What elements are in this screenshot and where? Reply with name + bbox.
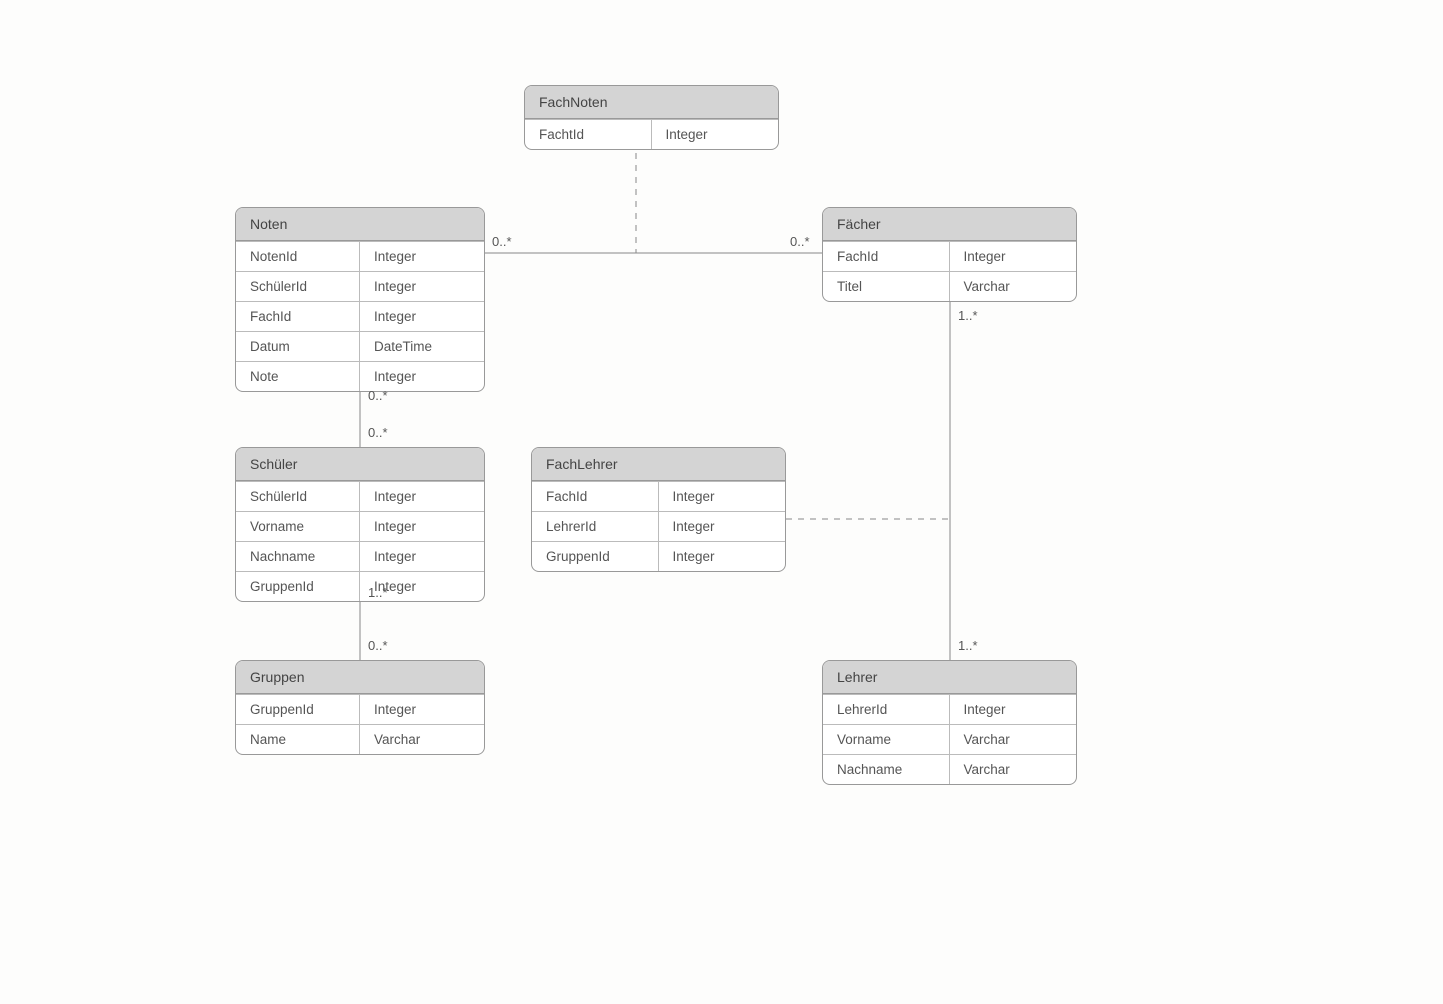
attr-row: SchülerId Integer bbox=[236, 481, 484, 511]
attr-name: Nachname bbox=[823, 755, 950, 784]
entity-fachlehrer: FachLehrer FachId Integer LehrerId Integ… bbox=[531, 447, 786, 572]
attr-row: Vorname Varchar bbox=[823, 724, 1076, 754]
attr-type: Varchar bbox=[950, 272, 1077, 301]
cardinality-label: 1..* bbox=[958, 638, 978, 653]
cardinality-label: 0..* bbox=[368, 425, 388, 440]
attr-type: Varchar bbox=[950, 725, 1077, 754]
attr-row: Nachname Varchar bbox=[823, 754, 1076, 784]
entity-title: Noten bbox=[236, 208, 484, 241]
entity-schueler: Schüler SchülerId Integer Vorname Intege… bbox=[235, 447, 485, 602]
attr-row: FachId Integer bbox=[532, 481, 785, 511]
cardinality-label: 0..* bbox=[368, 638, 388, 653]
attr-name: SchülerId bbox=[236, 272, 360, 301]
entity-noten: Noten NotenId Integer SchülerId Integer … bbox=[235, 207, 485, 392]
attr-name: Vorname bbox=[823, 725, 950, 754]
cardinality-label: 1..* bbox=[958, 308, 978, 323]
attr-type: Integer bbox=[360, 482, 484, 511]
attr-type: DateTime bbox=[360, 332, 484, 361]
entity-title: FachNoten bbox=[525, 86, 778, 119]
attr-row: FachId Integer bbox=[823, 241, 1076, 271]
cardinality-label: 1..* bbox=[368, 585, 388, 600]
attr-name: Nachname bbox=[236, 542, 360, 571]
attr-type: Integer bbox=[360, 362, 484, 391]
entity-lehrer: Lehrer LehrerId Integer Vorname Varchar … bbox=[822, 660, 1077, 785]
attr-row: SchülerId Integer bbox=[236, 271, 484, 301]
attr-row: LehrerId Integer bbox=[532, 511, 785, 541]
attr-name: GruppenId bbox=[236, 572, 360, 601]
attr-type: Integer bbox=[360, 512, 484, 541]
attr-name: FachId bbox=[532, 482, 659, 511]
attr-name: LehrerId bbox=[823, 695, 950, 724]
attr-row: FachtId Integer bbox=[525, 119, 778, 149]
cardinality-label: 0..* bbox=[368, 388, 388, 403]
attr-type: Integer bbox=[950, 242, 1077, 271]
attr-row: Vorname Integer bbox=[236, 511, 484, 541]
attr-type: Integer bbox=[360, 242, 484, 271]
attr-name: FachtId bbox=[525, 120, 652, 149]
attr-type: Integer bbox=[360, 542, 484, 571]
attr-type: Varchar bbox=[360, 725, 484, 754]
entity-fachnoten: FachNoten FachtId Integer bbox=[524, 85, 779, 150]
attr-type: Integer bbox=[950, 695, 1077, 724]
entity-gruppen: Gruppen GruppenId Integer Name Varchar bbox=[235, 660, 485, 755]
attr-row: Nachname Integer bbox=[236, 541, 484, 571]
attr-type: Integer bbox=[659, 542, 786, 571]
entity-title: Fächer bbox=[823, 208, 1076, 241]
attr-name: Vorname bbox=[236, 512, 360, 541]
attr-name: FachId bbox=[236, 302, 360, 331]
entity-faecher: Fächer FachId Integer Titel Varchar bbox=[822, 207, 1077, 302]
attr-type: Integer bbox=[360, 695, 484, 724]
attr-row: Note Integer bbox=[236, 361, 484, 391]
attr-type: Integer bbox=[659, 512, 786, 541]
attr-name: Name bbox=[236, 725, 360, 754]
attr-row: Datum DateTime bbox=[236, 331, 484, 361]
entity-title: Schüler bbox=[236, 448, 484, 481]
attr-type: Integer bbox=[659, 482, 786, 511]
attr-row: GruppenId Integer bbox=[236, 694, 484, 724]
attr-name: Datum bbox=[236, 332, 360, 361]
attr-name: Titel bbox=[823, 272, 950, 301]
attr-row: Titel Varchar bbox=[823, 271, 1076, 301]
attr-name: NotenId bbox=[236, 242, 360, 271]
attr-name: SchülerId bbox=[236, 482, 360, 511]
attr-type: Integer bbox=[652, 120, 779, 149]
attr-name: LehrerId bbox=[532, 512, 659, 541]
attr-type: Integer bbox=[360, 272, 484, 301]
attr-row: GruppenId Integer bbox=[532, 541, 785, 571]
attr-name: FachId bbox=[823, 242, 950, 271]
attr-name: GruppenId bbox=[532, 542, 659, 571]
attr-name: GruppenId bbox=[236, 695, 360, 724]
attr-name: Note bbox=[236, 362, 360, 391]
entity-title: Gruppen bbox=[236, 661, 484, 694]
attr-type: Varchar bbox=[950, 755, 1077, 784]
entity-title: FachLehrer bbox=[532, 448, 785, 481]
attr-row: GruppenId Integer bbox=[236, 571, 484, 601]
attr-type: Integer bbox=[360, 302, 484, 331]
attr-row: Name Varchar bbox=[236, 724, 484, 754]
attr-row: NotenId Integer bbox=[236, 241, 484, 271]
cardinality-label: 0..* bbox=[790, 234, 810, 249]
attr-row: LehrerId Integer bbox=[823, 694, 1076, 724]
entity-title: Lehrer bbox=[823, 661, 1076, 694]
attr-row: FachId Integer bbox=[236, 301, 484, 331]
cardinality-label: 0..* bbox=[492, 234, 512, 249]
